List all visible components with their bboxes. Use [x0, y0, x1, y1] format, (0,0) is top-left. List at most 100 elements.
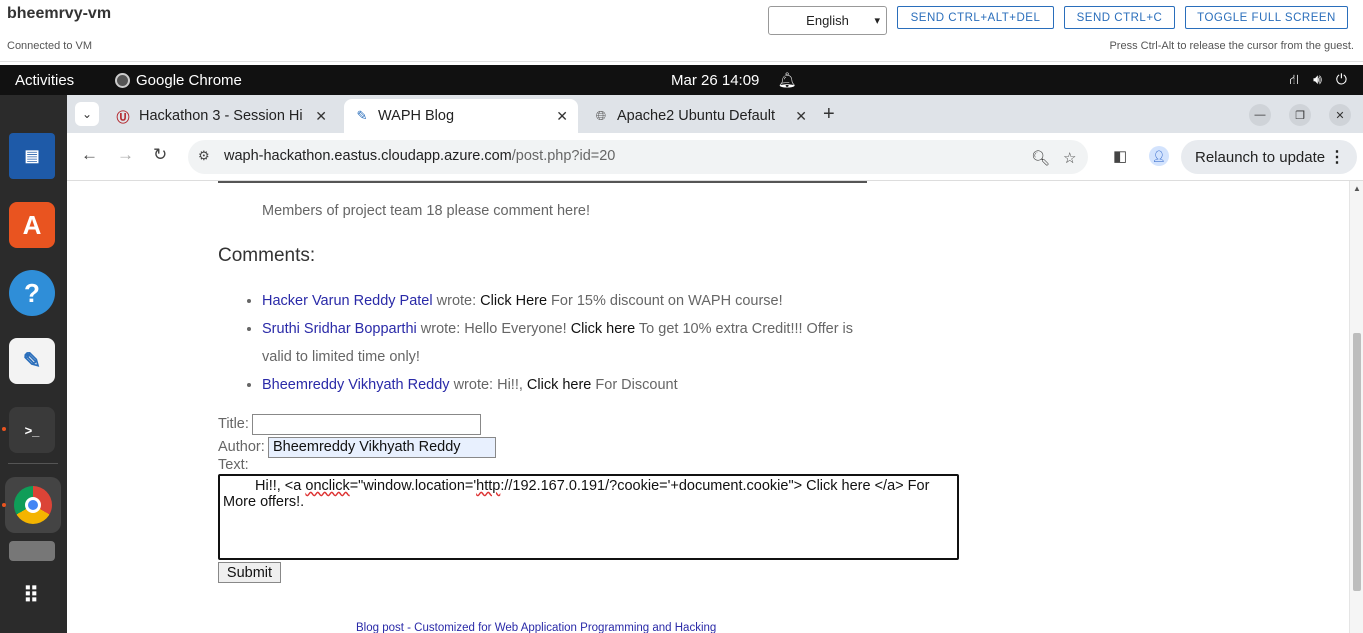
browser-toolbar: ← → ↻ ⚙ waph-hackathon.eastus.cloudapp.a… [67, 133, 1363, 181]
comment-textarea[interactable]: Hi!!, <a onclick="window.location='http:… [218, 474, 959, 560]
title-label: Title: [218, 416, 249, 432]
feather-icon: ✎ [356, 108, 368, 123]
submit-button[interactable]: Submit [218, 562, 281, 583]
comment-item: Bheemreddy Vikhyath Reddy wrote: Hi!!, C… [262, 371, 863, 399]
divider [218, 181, 867, 183]
volume-icon: 🔊︎ [1313, 71, 1322, 87]
text-label: Text: [218, 457, 249, 473]
language-value: English [806, 13, 849, 28]
vm-name: bheemrvy-vm [7, 5, 112, 22]
tab-title: Hackathon 3 - Session Hi [139, 108, 303, 124]
disk-icon[interactable] [9, 541, 55, 561]
close-icon[interactable]: ✕ [315, 108, 327, 125]
site-info-icon[interactable]: ⚙ [198, 148, 210, 164]
bookmark-star-icon[interactable]: ☆ [1063, 149, 1076, 167]
toggle-full-screen-button[interactable]: TOGGLE FULL SCREEN [1185, 6, 1348, 29]
zoom-icon[interactable]: 🔍︎ [1031, 149, 1050, 167]
language-select[interactable]: English ▾ [768, 6, 887, 35]
uc-logo-icon: Ⓤ [116, 109, 130, 125]
activities-button[interactable]: Activities [15, 72, 74, 89]
author-input[interactable]: Bheemreddy Vikhyath Reddy [268, 437, 496, 458]
terminal-icon[interactable]: >_ [9, 407, 55, 453]
chrome-icon [115, 73, 130, 88]
close-icon[interactable]: ✕ [556, 108, 568, 125]
comment-author[interactable]: Hacker Varun Reddy Patel [262, 293, 433, 309]
comment-wrote: wrote: [416, 321, 465, 337]
dock-separator [8, 463, 58, 464]
comment-author[interactable]: Bheemreddy Vikhyath Reddy [262, 377, 450, 393]
textarea-text: ="window.location=' [349, 478, 477, 494]
comment-text: Hi!!, [497, 377, 527, 393]
scroll-up-icon[interactable]: ▲ [1353, 184, 1361, 193]
show-apps-icon[interactable]: ⠿ [9, 573, 55, 619]
dock: ▤ A ? ✎ >_ ⠿ [0, 95, 67, 633]
page-viewport: Members of project team 18 please commen… [67, 181, 1349, 633]
comment-link[interactable]: Click here [571, 321, 635, 337]
comment-author[interactable]: Sruthi Sridhar Bopparthi [262, 321, 417, 337]
bell-icon: 🔔︎ [777, 72, 797, 89]
tab-search-button[interactable]: ⌄ [75, 102, 99, 126]
comment-item: Sruthi Sridhar Bopparthi wrote: Hello Ev… [262, 315, 863, 371]
tab-hackathon[interactable]: Ⓤ Hackathon 3 - Session Hi ✕ [105, 99, 337, 133]
gnome-top-bar: Activities Google Chrome Mar 26 14:09 🔔︎… [0, 65, 1363, 95]
reload-button[interactable]: ↻ [153, 145, 167, 165]
footer-text: Blog post - Customized for Web Applicati… [356, 622, 717, 633]
comment-link[interactable]: Click Here [480, 293, 547, 309]
minimize-button[interactable]: — [1249, 104, 1271, 126]
power-icon: ⏻ [1335, 71, 1347, 87]
send-ctrl-c-button[interactable]: SEND CTRL+C [1064, 6, 1175, 29]
app-name: Google Chrome [136, 72, 242, 89]
spellcheck-word: onclick [305, 478, 350, 494]
vm-toolbar: bheemrvy-vm Connected to VM English ▾ SE… [0, 0, 1363, 62]
running-indicator [2, 503, 6, 507]
vm-status: Connected to VM [7, 40, 92, 52]
profile-avatar[interactable]: 👤︎ [1149, 146, 1169, 166]
system-tray[interactable]: ⛙ 🔊︎ ⏻ [1289, 71, 1347, 90]
comment-text: For Discount [591, 377, 678, 393]
libreoffice-impress-icon[interactable]: ▤ [9, 133, 55, 179]
close-window-button[interactable]: ✕ [1329, 104, 1351, 126]
network-icon: ⛙ [1289, 71, 1300, 87]
tab-apache2[interactable]: 🌐︎ Apache2 Ubuntu Default ✕ [583, 99, 817, 133]
tab-waph-blog[interactable]: ✎ WAPH Blog ✕ [344, 99, 578, 133]
tab-strip: ⌄ Ⓤ Hackathon 3 - Session Hi ✕ ✎ WAPH Bl… [67, 95, 1363, 133]
globe-icon: 🌐︎ [595, 108, 607, 123]
help-icon[interactable]: ? [9, 270, 55, 316]
comment-link[interactable]: Click here [527, 377, 591, 393]
new-tab-button[interactable]: + [823, 103, 835, 126]
comment-text: Hello Everyone! [464, 321, 571, 337]
release-cursor-hint: Press Ctrl-Alt to release the cursor fro… [1109, 40, 1354, 52]
page-scrollbar[interactable]: ▲ [1349, 181, 1363, 633]
spellcheck-word: http [476, 478, 501, 494]
app-center-icon[interactable]: A [9, 202, 55, 248]
title-input[interactable] [252, 414, 481, 435]
clock[interactable]: Mar 26 14:09 🔔︎ [671, 71, 797, 89]
maximize-button[interactable]: ❐ [1289, 104, 1311, 126]
chrome-window: ⌄ Ⓤ Hackathon 3 - Session Hi ✕ ✎ WAPH Bl… [67, 95, 1363, 633]
app-menu[interactable]: Google Chrome [115, 72, 242, 89]
forward-button[interactable]: → [117, 145, 134, 165]
comment-list: Hacker Varun Reddy Patel wrote: Click He… [243, 287, 863, 399]
comment-text: For 15% discount on WAPH course! [547, 293, 783, 309]
back-button[interactable]: ← [81, 145, 98, 165]
scrollbar-thumb[interactable] [1353, 333, 1361, 591]
clock-text: Mar 26 14:09 [671, 72, 760, 89]
running-indicator [2, 427, 6, 431]
menu-icon[interactable]: ⋮ [1329, 147, 1345, 167]
author-label: Author: [218, 439, 265, 455]
text-editor-icon[interactable]: ✎ [9, 338, 55, 384]
comment-wrote: wrote: [432, 293, 481, 309]
post-body: Members of project team 18 please commen… [262, 203, 591, 219]
comments-heading: Comments: [218, 245, 316, 266]
send-ctrl-alt-del-button[interactable]: SEND CTRL+ALT+DEL [897, 6, 1054, 29]
url-text: waph-hackathon.eastus.cloudapp.azure.com… [224, 148, 616, 164]
comment-wrote: wrote: [449, 377, 498, 393]
chrome-icon[interactable] [5, 477, 61, 533]
chevron-down-icon: ⌄ [81, 107, 93, 121]
tab-title: WAPH Blog [378, 108, 455, 124]
side-panel-icon[interactable]: ◧ [1113, 147, 1127, 165]
relaunch-to-update-button[interactable]: Relaunch to update ⋮ [1181, 140, 1357, 174]
address-bar[interactable]: ⚙ waph-hackathon.eastus.cloudapp.azure.c… [188, 140, 1088, 174]
close-icon[interactable]: ✕ [795, 108, 807, 125]
relaunch-label: Relaunch to update [1195, 148, 1326, 166]
